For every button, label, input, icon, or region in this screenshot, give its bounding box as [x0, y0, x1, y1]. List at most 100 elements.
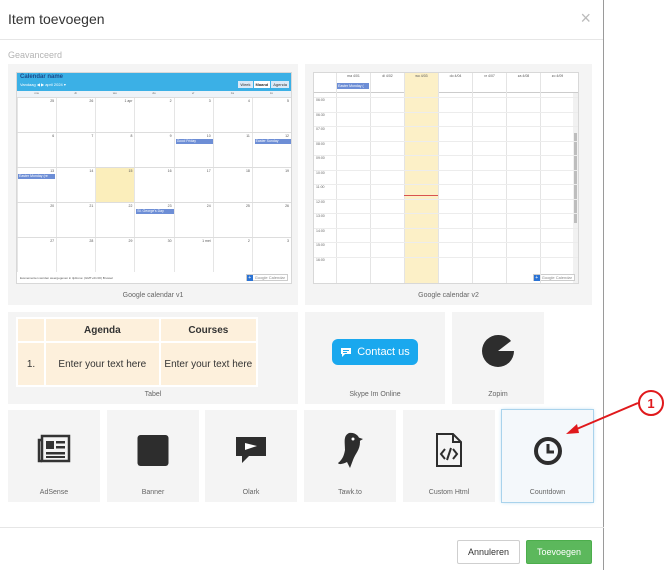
modal-header: Item toevoegen ×: [0, 0, 603, 40]
hour-label: 12:00: [316, 199, 325, 204]
tile-adsense[interactable]: AdSense: [8, 410, 100, 502]
tile-caption: Tawk.to: [338, 489, 362, 496]
contact-us-button: Contact us: [332, 339, 418, 365]
tile-custom-html[interactable]: Custom Html: [403, 410, 495, 502]
calendar-day: 4: [212, 98, 252, 132]
day-number: 8: [130, 134, 133, 138]
hour-line: [314, 198, 578, 200]
timezone-note: Evenementen worden weergegeven in tijdzo…: [20, 276, 113, 280]
tile-caption: Skype Im Online: [349, 391, 401, 398]
day-number: 10: [206, 134, 211, 138]
hour-line: [314, 213, 578, 214]
table-header: [16, 317, 46, 343]
calendar-day: 28: [56, 238, 95, 272]
tile-google-calendar-v1[interactable]: Calendar name Vandaag ◀ ▶ april 2024 ▾ W…: [8, 64, 298, 305]
calendar-day: 2: [134, 98, 173, 132]
tile-skype-im-online[interactable]: Contact us Skype Im Online: [305, 312, 445, 404]
calendar-day: 25: [212, 203, 252, 237]
plus-icon: +: [246, 274, 253, 281]
tile-tabel[interactable]: Agenda Courses 1. Enter your text here E…: [8, 312, 298, 404]
calendar-day: 30: [134, 238, 173, 272]
cancel-button[interactable]: Annuleren: [457, 540, 520, 564]
day-column: vr 4/07: [472, 73, 506, 283]
day-number: 19: [285, 169, 289, 173]
day-number: 23: [167, 204, 172, 208]
calendar-day: 20: [17, 203, 56, 237]
calendar-event: Easter Monday (re: [18, 174, 56, 179]
day-number: 14: [89, 169, 94, 173]
hour-line: [314, 227, 578, 229]
day-column: zo 4/09: [540, 73, 574, 283]
day-column: ma 4/01: [336, 73, 370, 283]
tile-caption: Google calendar v1: [122, 292, 184, 299]
tile-google-calendar-v2[interactable]: + Google Calendar ma 4/01 di 4/02 wo 4/03 do…: [305, 64, 592, 305]
tile-caption: Banner: [141, 489, 165, 496]
day-number: 26: [89, 99, 94, 103]
calendar-event: Easter Sunday: [254, 139, 291, 144]
tile-banner[interactable]: Banner: [107, 410, 199, 502]
calendar-tab: Maand: [253, 81, 271, 88]
hour-label: 08:00: [316, 141, 325, 146]
calendar-day: 19: [251, 168, 291, 202]
tile-zopim[interactable]: Zopim: [452, 312, 544, 404]
day-number: 17: [206, 169, 211, 173]
day-number: 26: [285, 204, 289, 208]
day-name: ma 4/01: [347, 74, 360, 78]
calendar-nav: Vandaag ◀ ▶ april 2024 ▾: [20, 82, 66, 87]
day-number: 21: [89, 204, 94, 208]
contact-us-label: Contact us: [357, 346, 410, 358]
hour-label: 06:00: [316, 98, 325, 102]
hour-label: 11:00: [316, 185, 325, 189]
day-number: 12: [285, 134, 289, 138]
month-grid: 25 26 1 apr 2 3 4 5 6 7 8 9 10 11 12 13 14 15 16 17 18 19 20 2…: [17, 97, 291, 272]
add-button[interactable]: Toevoegen: [526, 540, 592, 564]
calendar-day: 26: [251, 203, 291, 237]
day-name: wo 4/03: [415, 74, 428, 78]
hour-line: [314, 111, 578, 113]
day-number: 18: [245, 169, 250, 173]
annotation-arrow: [566, 402, 639, 434]
google-calendar-badge: + Google Calendar: [245, 274, 288, 281]
day-number: 15: [128, 169, 133, 173]
calendar-day: 15: [95, 168, 135, 202]
hour-label: 10:00: [316, 170, 325, 175]
table-cell: Enter your text here: [44, 341, 161, 387]
day-number: 1 mei: [202, 239, 211, 243]
day-column: di 4/02: [370, 73, 404, 283]
day-name: di 4/02: [382, 74, 393, 78]
day-column: za 4/08: [506, 73, 540, 283]
day-name: za 4/08: [517, 74, 530, 78]
day-number: 9: [169, 134, 172, 138]
tile-olark[interactable]: Olark: [205, 410, 297, 502]
calendar-day: 6: [17, 133, 56, 167]
calendar-event: Good Friday: [175, 139, 214, 144]
day-number: 3: [208, 99, 211, 103]
calendar-day: 17: [173, 168, 213, 202]
calendar-week: 20 21 22 23 24 25 26: [17, 202, 291, 237]
day-number: 28: [89, 239, 94, 243]
code-file-icon: [436, 433, 462, 467]
table-header: Courses: [158, 317, 258, 343]
day-name: vr 4/07: [484, 74, 495, 78]
hour-line: [314, 169, 578, 171]
calendar-event: Easter Monday (: [337, 83, 369, 89]
hour-label: 16:00: [316, 257, 325, 262]
table-preview: Agenda Courses 1. Enter your text here E…: [16, 317, 258, 387]
tile-tawk-to[interactable]: Tawk.to: [304, 410, 396, 502]
calendar-header: Calendar name Vandaag ◀ ▶ april 2024 ▾ W…: [17, 73, 291, 91]
tile-caption: Olark: [242, 489, 260, 496]
calendar-day: 2: [212, 238, 252, 272]
google-calendar-v1-preview: Calendar name Vandaag ◀ ▶ april 2024 ▾ W…: [16, 72, 292, 284]
calendar-name: Calendar name: [20, 74, 64, 80]
day-number: 16: [167, 169, 172, 173]
day-number: 25: [50, 99, 55, 103]
calendar-day: 3: [173, 98, 213, 132]
tile-caption: Tabel: [144, 391, 162, 398]
close-icon[interactable]: ×: [580, 9, 591, 27]
day-number: 4: [247, 99, 250, 103]
zopim-logo-icon: [482, 334, 514, 367]
calendar-week: 25 26 1 apr 2 3 4 5: [17, 97, 291, 132]
clock-icon: [533, 437, 562, 465]
calendar-week: 13 14 15 16 17 18 19: [17, 167, 291, 202]
calendar-week: 27 28 29 30 1 mei 2 3: [17, 237, 291, 272]
